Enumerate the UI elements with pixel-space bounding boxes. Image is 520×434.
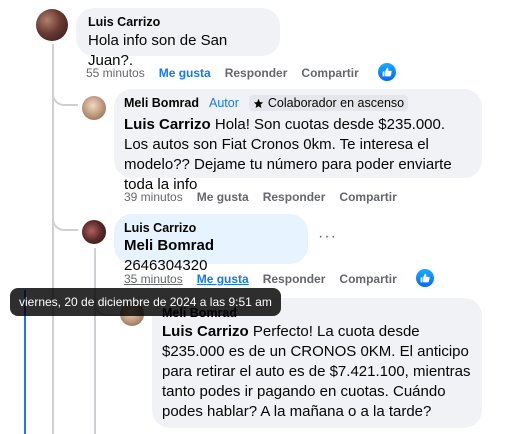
- comment-bubble: Luis Carrizo Meli Bomrad 2646304320: [114, 214, 308, 274]
- mention[interactable]: Luis Carrizo: [124, 116, 211, 133]
- thread-connector: [52, 90, 78, 106]
- avatar[interactable]: [82, 220, 106, 244]
- comment-author[interactable]: Luis Carrizo: [88, 15, 268, 29]
- thumbs-up-icon[interactable]: [378, 63, 396, 81]
- thread-line-main: [52, 44, 54, 434]
- comment-bubble: Luis Carrizo Hola info son de San Juan?.: [76, 8, 280, 69]
- share-link[interactable]: Compartir: [339, 272, 396, 286]
- comment-actions: 55 minutos Me gusta Responder Compartir: [86, 66, 359, 80]
- like-link[interactable]: Me gusta: [197, 272, 249, 286]
- comment-text: Meli Bomrad 2646304320: [124, 236, 298, 276]
- avatar[interactable]: [82, 96, 106, 120]
- comment-actions: 35 minutos Me gusta Responder Compartir: [124, 272, 397, 286]
- comment-author[interactable]: Meli Bomrad: [124, 96, 199, 110]
- timestamp-tooltip: viernes, 20 de diciembre de 2024 a las 9…: [10, 288, 281, 316]
- comment-time[interactable]: 55 minutos: [86, 66, 145, 80]
- comment-bubble: Meli Bomrad Luis Carrizo Perfecto! La cu…: [152, 298, 482, 428]
- mention[interactable]: Meli Bomrad: [124, 237, 214, 254]
- collaborator-badge: Colaborador en ascenso: [248, 95, 409, 111]
- comment-author[interactable]: Luis Carrizo: [124, 221, 298, 235]
- thread-connector: [52, 215, 78, 231]
- more-options-icon[interactable]: ···: [318, 228, 337, 246]
- mention[interactable]: Luis Carrizo: [162, 323, 249, 340]
- comment-text: Luis Carrizo Hola! Son cuotas desde $235…: [124, 115, 472, 195]
- avatar[interactable]: [36, 9, 68, 41]
- star-icon: [253, 98, 263, 108]
- reply-link[interactable]: Responder: [263, 272, 326, 286]
- comment-time[interactable]: 39 minutos: [124, 190, 183, 204]
- author-badge: Autor: [209, 96, 239, 110]
- like-link[interactable]: Me gusta: [197, 190, 249, 204]
- reply-link[interactable]: Responder: [225, 66, 288, 80]
- comment-actions: 39 minutos Me gusta Responder Compartir: [124, 190, 397, 204]
- comment-time[interactable]: 35 minutos: [124, 272, 183, 286]
- reply-link[interactable]: Responder: [263, 190, 326, 204]
- like-link[interactable]: Me gusta: [159, 66, 211, 80]
- thread-line-sub: [94, 248, 96, 434]
- comment-bubble: Meli Bomrad Autor Colaborador en ascenso…: [114, 89, 482, 193]
- collaborator-badge-label: Colaborador en ascenso: [267, 96, 405, 110]
- thumbs-up-icon[interactable]: [416, 269, 434, 287]
- share-link[interactable]: Compartir: [339, 190, 396, 204]
- comment-text: Luis Carrizo Perfecto! La cuota desde $2…: [162, 322, 472, 422]
- comment-text: Hola info son de San Juan?.: [88, 32, 228, 69]
- share-link[interactable]: Compartir: [301, 66, 358, 80]
